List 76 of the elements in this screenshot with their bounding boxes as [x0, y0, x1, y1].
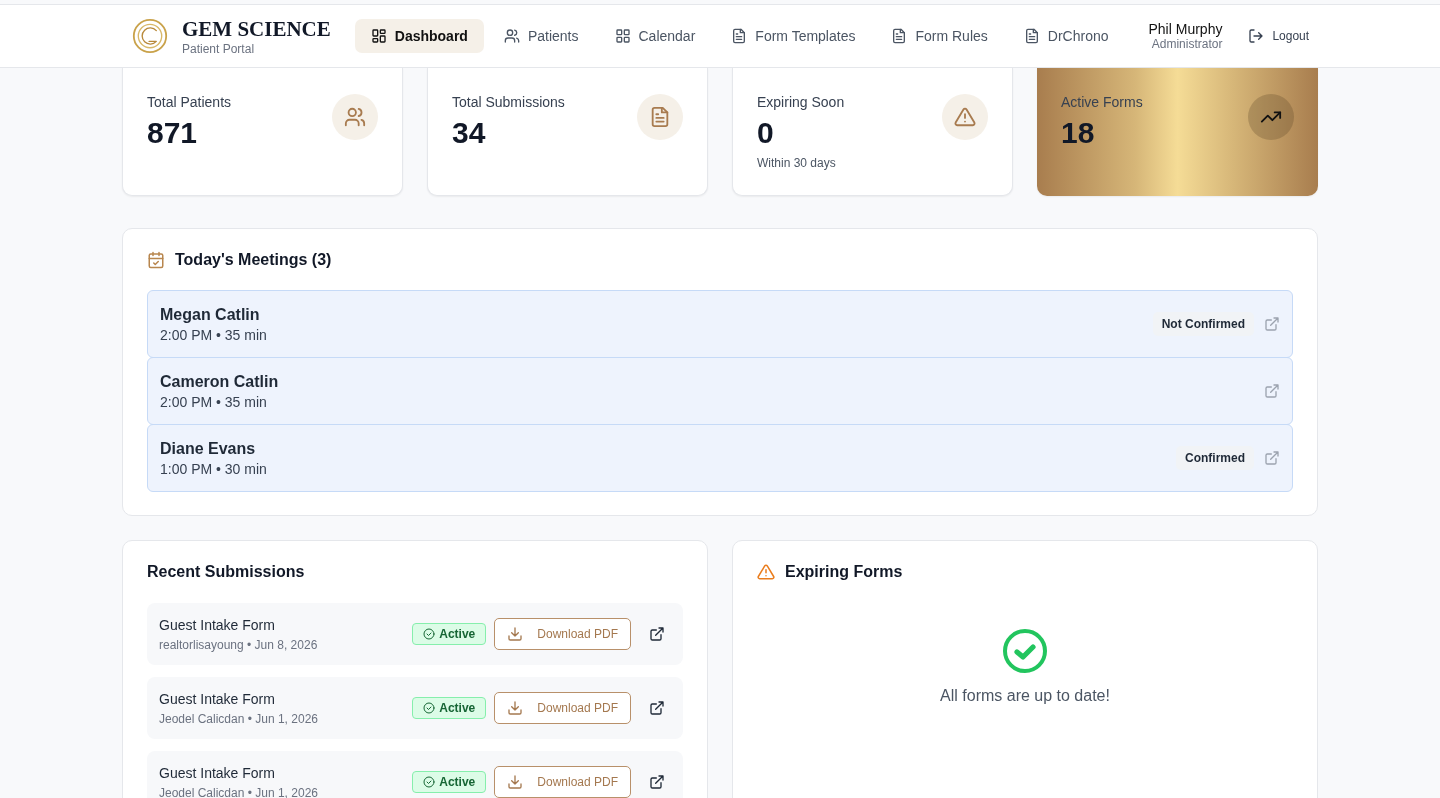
download-button[interactable]: Download PDF: [494, 692, 631, 724]
calendar-check-icon: [147, 251, 165, 269]
check-circle-icon: [423, 776, 436, 788]
nav-tab[interactable]: DrChrono: [1007, 19, 1125, 53]
form-name: Guest Intake Form: [159, 616, 276, 633]
meeting-time: 2:00 PM • 35 min: [160, 326, 267, 343]
stat-value: 18: [1061, 116, 1096, 150]
document-icon: [649, 106, 671, 128]
grid-icon: [370, 28, 387, 44]
form-name: Guest Intake Form: [159, 764, 276, 781]
nav-tab[interactable]: Calendar: [598, 19, 712, 53]
submission-meta: realtorlisayoung • Jun 8, 2026: [159, 637, 318, 652]
status-label: Active: [439, 701, 476, 715]
users-icon: [344, 106, 366, 128]
card-title: Recent Submissions: [147, 563, 305, 581]
external-link-icon: [649, 700, 665, 716]
nav-tab[interactable]: Form Templates: [715, 19, 872, 53]
brand-subtitle: Patient Portal: [182, 41, 256, 56]
document-icon: [1023, 28, 1040, 44]
stat-value: 34: [452, 116, 487, 150]
stat-note: Within 30 days: [757, 156, 837, 170]
logo-icon: [132, 18, 168, 54]
open-link-button[interactable]: [649, 700, 665, 716]
meeting-name: Megan Catlin: [160, 305, 261, 324]
user-role: Administrator: [1150, 37, 1223, 51]
meeting-row[interactable]: Cameron Catlin 2:00 PM • 35 min: [147, 357, 1293, 425]
stat-label: Expiring Soon: [757, 94, 845, 110]
users-icon: [503, 28, 520, 44]
meeting-name: Cameron Catlin: [160, 372, 279, 391]
brand-name: GEM SCIENCE: [182, 16, 331, 42]
open-link-button[interactable]: [649, 774, 665, 790]
stat-label: Active Forms: [1061, 94, 1143, 110]
card-title: Expiring Forms: [785, 563, 903, 581]
download-icon: [507, 700, 524, 716]
logout-icon: [1248, 28, 1265, 44]
nav-tab[interactable]: Patients: [487, 19, 595, 53]
status-badge: Not Confirmed: [1152, 312, 1254, 336]
check-circle-icon: [423, 628, 436, 640]
external-link-icon: [1264, 450, 1280, 466]
check-circle-icon: [1001, 627, 1049, 675]
meeting-time: 1:00 PM • 30 min: [160, 460, 267, 477]
user-name: Phil Murphy: [1148, 21, 1223, 37]
submission-meta: Jeodel Calicdan • Jun 1, 2026: [159, 711, 318, 726]
meeting-row[interactable]: Diane Evans 1:00 PM • 30 min Confirmed: [147, 424, 1293, 492]
external-link-icon: [649, 774, 665, 790]
download-icon: [507, 626, 524, 642]
nav-tab[interactable]: Dashboard: [354, 19, 484, 53]
status-label: Active: [439, 627, 476, 641]
document-icon: [731, 28, 748, 44]
status-badge: Confirmed: [1176, 446, 1254, 470]
submission-meta: Jeodel Calicdan • Jun 1, 2026: [159, 785, 318, 798]
stat-value: 0: [757, 116, 775, 150]
grid-icon: [614, 28, 631, 44]
external-link-icon: [1264, 383, 1280, 399]
open-link-button[interactable]: [649, 626, 665, 642]
download-icon: [507, 774, 524, 790]
meeting-time: 2:00 PM • 35 min: [160, 393, 268, 410]
meeting-name: Diane Evans: [160, 439, 257, 458]
meeting-row[interactable]: Megan Catlin 2:00 PM • 35 min Not Confirmed: [147, 290, 1293, 358]
external-link-icon: [649, 626, 665, 642]
empty-message: All forms are up to date!: [940, 687, 1110, 705]
stat-label: Total Submissions: [452, 94, 565, 110]
form-name: Guest Intake Form: [159, 690, 276, 707]
card-title: Today's Meetings (3): [175, 251, 332, 269]
check-circle-icon: [423, 702, 436, 714]
stat-label: Total Patients: [147, 94, 232, 110]
document-icon: [891, 28, 908, 44]
logout-button[interactable]: Logout: [1242, 27, 1316, 45]
status-label: Active: [439, 775, 476, 789]
warning-icon: [757, 563, 775, 581]
nav-tab[interactable]: Form Rules: [875, 19, 1004, 53]
warning-icon: [954, 106, 976, 128]
download-button[interactable]: Download PDF: [494, 766, 631, 798]
download-button[interactable]: Download PDF: [494, 618, 631, 650]
stat-value: 871: [147, 116, 199, 150]
external-link-icon: [1264, 316, 1280, 332]
